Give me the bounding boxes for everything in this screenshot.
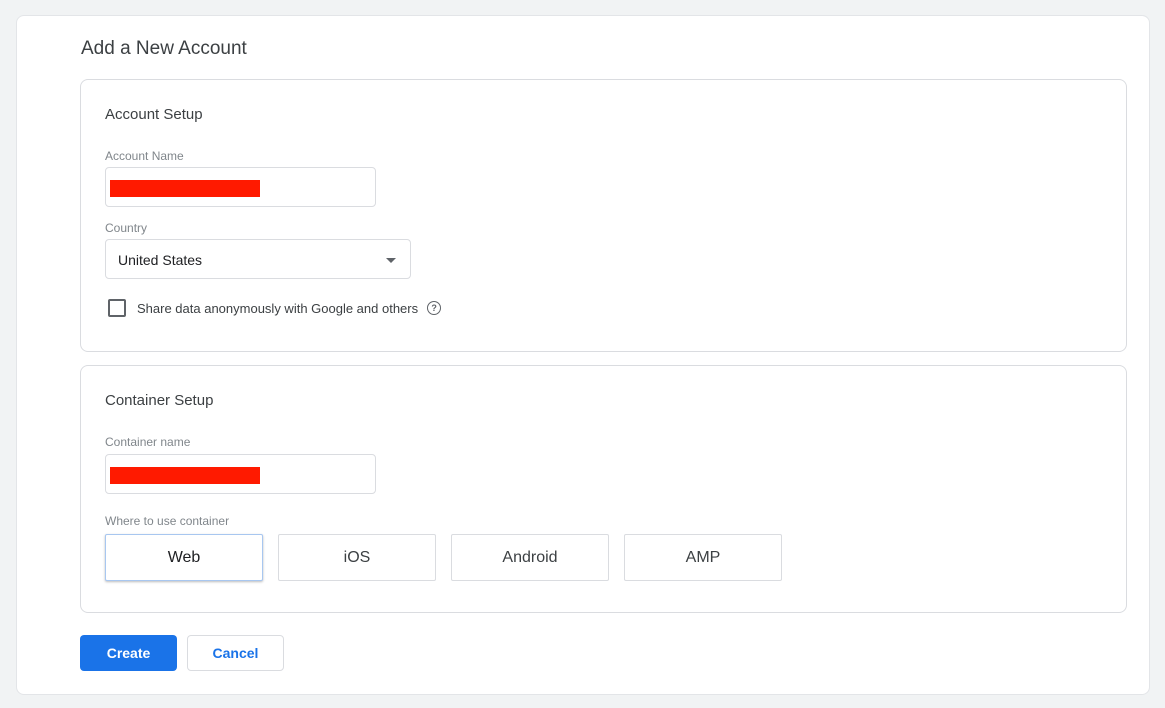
account-name-input[interactable] xyxy=(105,167,376,207)
share-data-checkbox[interactable] xyxy=(108,299,126,317)
page-card: Add a New Account Account Setup Account … xyxy=(16,15,1150,695)
account-setup-section: Account Setup Account Name Country Unite… xyxy=(80,79,1127,352)
page-title: Add a New Account xyxy=(81,38,247,59)
account-setup-title: Account Setup xyxy=(105,106,203,123)
container-setup-section: Container Setup Container name Where to … xyxy=(80,365,1127,613)
container-name-label: Container name xyxy=(105,435,191,449)
platform-web-button[interactable]: Web xyxy=(105,534,263,581)
create-button[interactable]: Create xyxy=(80,635,177,671)
country-label: Country xyxy=(105,221,148,235)
share-data-row: Share data anonymously with Google and o… xyxy=(108,298,442,318)
platform-ios-button[interactable]: iOS xyxy=(278,534,436,581)
country-select-value: United States xyxy=(118,252,203,268)
redaction-block xyxy=(110,467,260,484)
cancel-button[interactable]: Cancel xyxy=(187,635,284,671)
country-select[interactable]: United States xyxy=(105,239,411,279)
platform-amp-button[interactable]: AMP xyxy=(624,534,782,581)
share-data-label: Share data anonymously with Google and o… xyxy=(137,300,419,316)
account-name-label: Account Name xyxy=(105,149,184,163)
container-setup-title: Container Setup xyxy=(105,392,214,409)
where-to-use-label: Where to use container xyxy=(105,514,230,528)
dropdown-arrow-icon xyxy=(386,258,396,263)
redaction-block xyxy=(110,180,260,197)
help-circle-icon[interactable]: ? xyxy=(427,301,442,315)
container-name-input[interactable] xyxy=(105,454,376,494)
platform-options: Web iOS Android AMP xyxy=(105,534,782,581)
platform-android-button[interactable]: Android xyxy=(451,534,609,581)
